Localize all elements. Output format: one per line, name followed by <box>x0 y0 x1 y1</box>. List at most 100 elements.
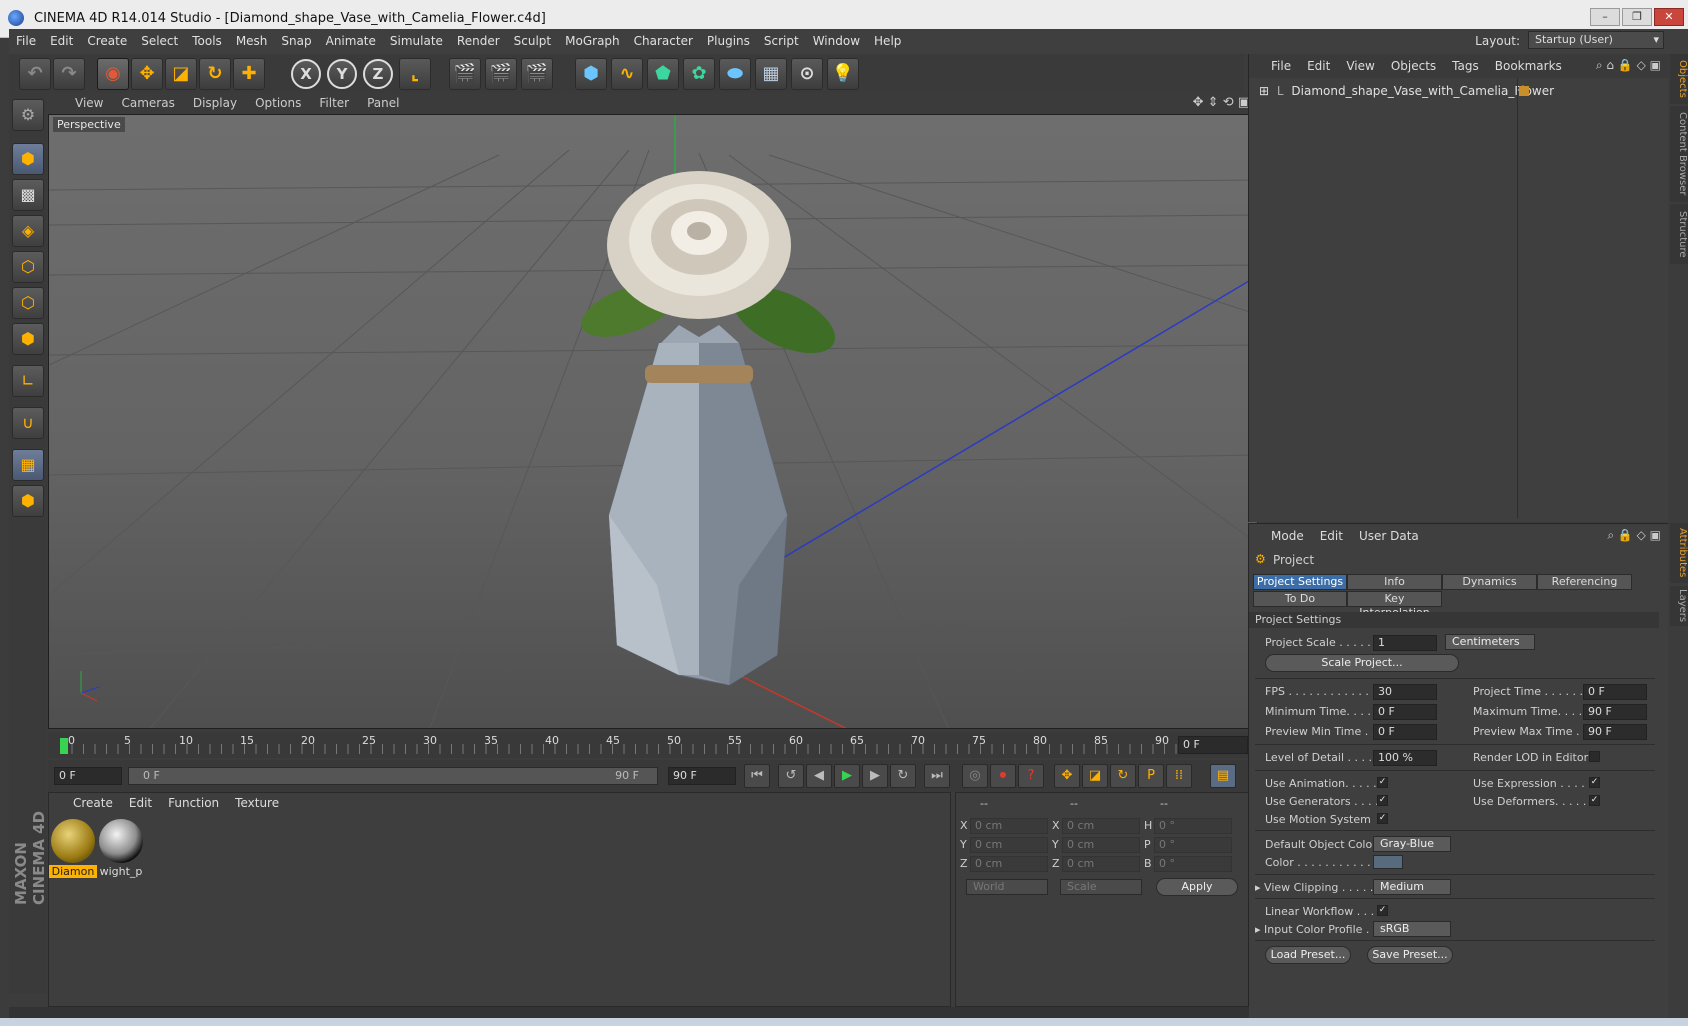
maximize-button[interactable]: ❐ <box>1622 8 1652 26</box>
use-expression-checkbox[interactable]: ✓ <box>1589 777 1600 788</box>
record-keys-icon[interactable]: ◎ <box>962 764 988 788</box>
viewport-menu-display[interactable]: Display <box>184 93 246 113</box>
play-icon[interactable]: ▶ <box>834 764 860 788</box>
sidetab-content-browser[interactable]: Content Browser <box>1670 106 1688 202</box>
autokey-icon[interactable]: ⏺ <box>990 764 1016 788</box>
object-menu-view[interactable]: View <box>1338 54 1382 78</box>
tab-to-do[interactable]: To Do <box>1253 591 1347 607</box>
layout-dropdown[interactable]: Startup (User) ▾ <box>1528 31 1664 49</box>
key-pla-icon[interactable]: ⁞⁞ <box>1166 764 1192 788</box>
spline-icon[interactable]: ∿ <box>611 58 643 90</box>
tab-project-settings[interactable]: Project Settings <box>1253 574 1347 590</box>
viewport-menu-cameras[interactable]: Cameras <box>112 93 183 113</box>
menu-script[interactable]: Script <box>757 29 806 54</box>
model-mode-icon[interactable]: ⬢ <box>12 143 44 175</box>
material-label[interactable]: Diamon <box>49 865 97 878</box>
menu-create[interactable]: Create <box>80 29 134 54</box>
camera-icon[interactable]: ⊙ <box>791 58 823 90</box>
material-thumbnail[interactable] <box>99 819 143 863</box>
menu-tools[interactable]: Tools <box>185 29 229 54</box>
viewport-menu-filter[interactable]: Filter <box>310 93 358 113</box>
preview-min-field[interactable]: 0 F <box>1373 724 1437 740</box>
attribute-toolbar-icons[interactable]: ⌕ 🔒 ◇ ▣ <box>1607 528 1661 543</box>
playhead-marker[interactable] <box>60 738 68 754</box>
view-clipping-dropdown[interactable]: Medium <box>1373 879 1451 895</box>
workplane-lock-icon[interactable]: ▦ <box>12 449 44 481</box>
position-x-field[interactable]: 0 cm <box>970 818 1048 834</box>
timeline-window-icon[interactable]: ▤ <box>1210 764 1236 788</box>
light-icon[interactable]: 💡 <box>827 58 859 90</box>
make-editable-icon[interactable]: ⚙ <box>12 99 44 131</box>
sidetab-structure[interactable]: Structure <box>1670 204 1688 264</box>
timeline-ruler[interactable]: 0 5 10 15 20 25 30 35 40 45 50 55 60 65 … <box>48 732 1258 758</box>
object-name[interactable]: Diamond_shape_Vase_with_Camelia_Flower <box>1291 84 1554 98</box>
viewport-menu-view[interactable]: View <box>66 93 112 113</box>
undo-icon[interactable]: ↶ <box>19 58 51 90</box>
menu-animate[interactable]: Animate <box>319 29 383 54</box>
close-button[interactable]: ✕ <box>1654 8 1684 26</box>
scale-tool-icon[interactable]: ◪ <box>165 58 197 90</box>
snap-icon[interactable]: ∪ <box>12 407 44 439</box>
use-motion-checkbox[interactable]: ✓ <box>1377 813 1388 824</box>
material-menu-texture[interactable]: Texture <box>227 793 287 813</box>
menu-snap[interactable]: Snap <box>274 29 318 54</box>
layer-color-icon[interactable] <box>1519 86 1529 96</box>
material-menu-edit[interactable]: Edit <box>121 793 160 813</box>
object-menu-objects[interactable]: Objects <box>1383 54 1444 78</box>
range-slider[interactable]: 0 F 90 F <box>128 767 658 785</box>
expand-icon[interactable]: ⊞ <box>1259 84 1269 98</box>
deformer-icon[interactable]: ⬬ <box>719 58 751 90</box>
material-menu-create[interactable]: Create <box>65 793 121 813</box>
linear-workflow-checkbox[interactable]: ✓ <box>1377 905 1388 916</box>
end-frame-field[interactable]: 90 F <box>668 767 736 785</box>
menu-mesh[interactable]: Mesh <box>229 29 275 54</box>
nurbs-icon[interactable]: ⬟ <box>647 58 679 90</box>
save-preset-button[interactable]: Save Preset... <box>1367 946 1453 964</box>
position-z-field[interactable]: 0 cm <box>970 856 1048 872</box>
attribute-menu-mode[interactable]: Mode <box>1263 524 1312 548</box>
menu-window[interactable]: Window <box>806 29 867 54</box>
menu-select[interactable]: Select <box>134 29 185 54</box>
color-swatch[interactable] <box>1373 855 1403 869</box>
prev-frame-icon[interactable]: ◀ <box>806 764 832 788</box>
position-y-field[interactable]: 0 cm <box>970 837 1048 853</box>
rotation-b-field[interactable]: 0 ° <box>1154 856 1232 872</box>
scale-project-button[interactable]: Scale Project... <box>1265 654 1459 672</box>
menu-simulate[interactable]: Simulate <box>383 29 450 54</box>
perspective-viewport[interactable]: Perspective <box>48 114 1258 729</box>
viewport-menu-options[interactable]: Options <box>246 93 310 113</box>
viewport-menu-panel[interactable]: Panel <box>358 93 408 113</box>
default-color-dropdown[interactable]: Gray-Blue <box>1373 836 1451 852</box>
points-mode-icon[interactable]: ⬡ <box>12 251 44 283</box>
attribute-menu-edit[interactable]: Edit <box>1312 524 1351 548</box>
material-label[interactable]: wight_p <box>97 865 145 878</box>
fps-field[interactable]: 30 <box>1373 684 1437 700</box>
load-preset-button[interactable]: Load Preset... <box>1265 946 1351 964</box>
start-frame-field[interactable]: 0 F <box>54 767 122 785</box>
apply-button[interactable]: Apply <box>1156 878 1238 896</box>
size-z-field[interactable]: 0 cm <box>1062 856 1140 872</box>
object-menu-edit[interactable]: Edit <box>1299 54 1338 78</box>
sidetab-objects[interactable]: Objects <box>1670 54 1688 104</box>
size-y-field[interactable]: 0 cm <box>1062 837 1140 853</box>
current-frame-field[interactable]: 0 F <box>1178 736 1248 754</box>
max-time-field[interactable]: 90 F <box>1583 704 1647 720</box>
scale-dropdown[interactable]: Scale <box>1060 879 1142 895</box>
project-scale-unit-dropdown[interactable]: Centimeters <box>1445 634 1535 650</box>
edges-mode-icon[interactable]: ⬡ <box>12 287 44 319</box>
render-lod-checkbox[interactable] <box>1589 751 1600 762</box>
object-menu-tags[interactable]: Tags <box>1444 54 1487 78</box>
world-dropdown[interactable]: World <box>966 879 1048 895</box>
menu-character[interactable]: Character <box>627 29 700 54</box>
material-menu-function[interactable]: Function <box>160 793 227 813</box>
use-animation-checkbox[interactable]: ✓ <box>1377 777 1388 788</box>
menu-help[interactable]: Help <box>867 29 908 54</box>
array-icon[interactable]: ✿ <box>683 58 715 90</box>
rotate-tool-icon[interactable]: ↻ <box>199 58 231 90</box>
menu-plugins[interactable]: Plugins <box>700 29 757 54</box>
go-to-end-icon[interactable]: ⏭ <box>924 764 950 788</box>
next-frame-icon[interactable]: ▶ <box>862 764 888 788</box>
z-axis-icon[interactable]: Z <box>363 59 393 89</box>
key-rotation-icon[interactable]: ↻ <box>1110 764 1136 788</box>
sidetab-layers[interactable]: Layers <box>1670 586 1688 626</box>
